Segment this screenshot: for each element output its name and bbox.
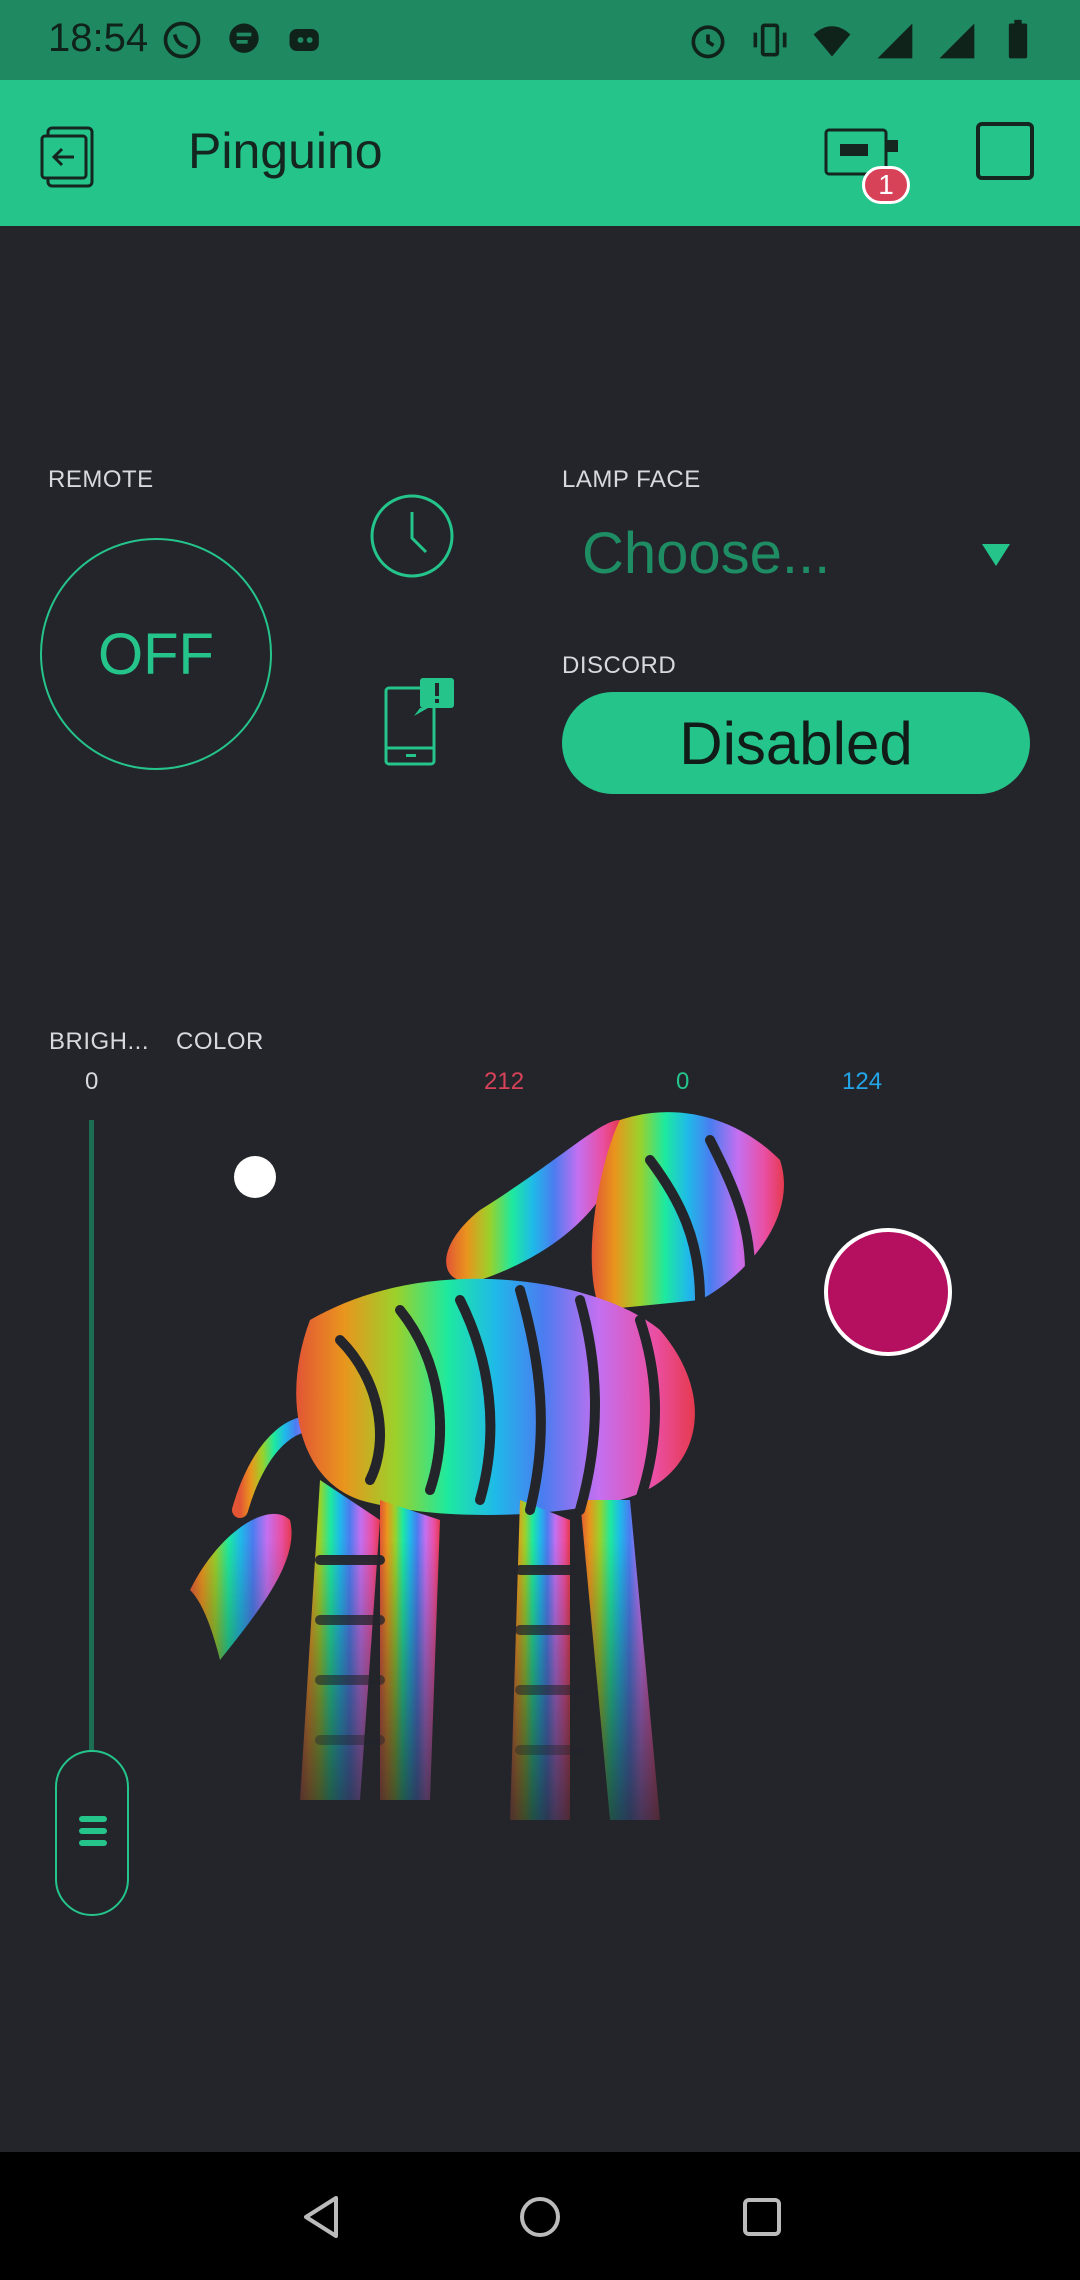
discord-button[interactable]: Disabled [562,692,1030,794]
handle-grip-icon [79,1816,107,1852]
color-red-value: 212 [484,1068,525,1095]
chat-icon [229,23,259,53]
stop-button[interactable] [976,122,1034,180]
clock-icon[interactable] [368,492,456,580]
lamp-face-value: Choose... [582,521,831,586]
battery-icon [1008,19,1028,59]
navigation-bar [0,2152,1080,2280]
color-blue-value: 124 [842,1068,883,1095]
color-green-value: 0 [676,1068,690,1095]
vibrate-icon [753,23,787,57]
device-badge: 1 [862,166,910,204]
signal-icon [877,23,913,59]
brightness-label: BRIGH... [49,1028,150,1055]
whatsapp-icon [163,21,201,59]
brightness-indicator-dot [234,1156,276,1198]
brightness-slider-track[interactable] [89,1120,94,1760]
app-bar: Pinguino 1 [0,80,1080,226]
color-picker-handle[interactable] [824,1228,952,1356]
zebra-color-wheel[interactable] [180,1100,1040,1900]
color-label: COLOR [176,1028,264,1055]
brightness-slider-handle[interactable] [55,1750,129,1916]
alarm-icon [691,25,725,59]
system-icons [686,18,1040,62]
home-icon[interactable] [515,2192,565,2242]
exit-icon[interactable] [40,122,110,192]
discord-label: DISCORD [562,652,677,679]
recents-icon[interactable] [737,2192,787,2242]
lamp-face-dropdown[interactable]: Choose... [582,520,1022,590]
dropdown-arrow-icon [982,544,1010,566]
wifi-icon [813,26,851,57]
discord-icon [289,29,319,51]
signal-icon [939,23,975,59]
remote-toggle-button[interactable]: OFF [40,538,272,770]
lamp-face-label: LAMP FACE [562,466,701,493]
remote-label: REMOTE [48,466,154,493]
notification-icons [160,18,328,62]
phone-notification-icon[interactable] [380,676,460,768]
brightness-value: 0 [85,1068,99,1095]
app-title: Pinguino [188,123,383,179]
status-bar: 18:54 [0,0,1080,80]
back-icon[interactable] [296,2192,346,2242]
status-time: 18:54 [48,16,149,60]
